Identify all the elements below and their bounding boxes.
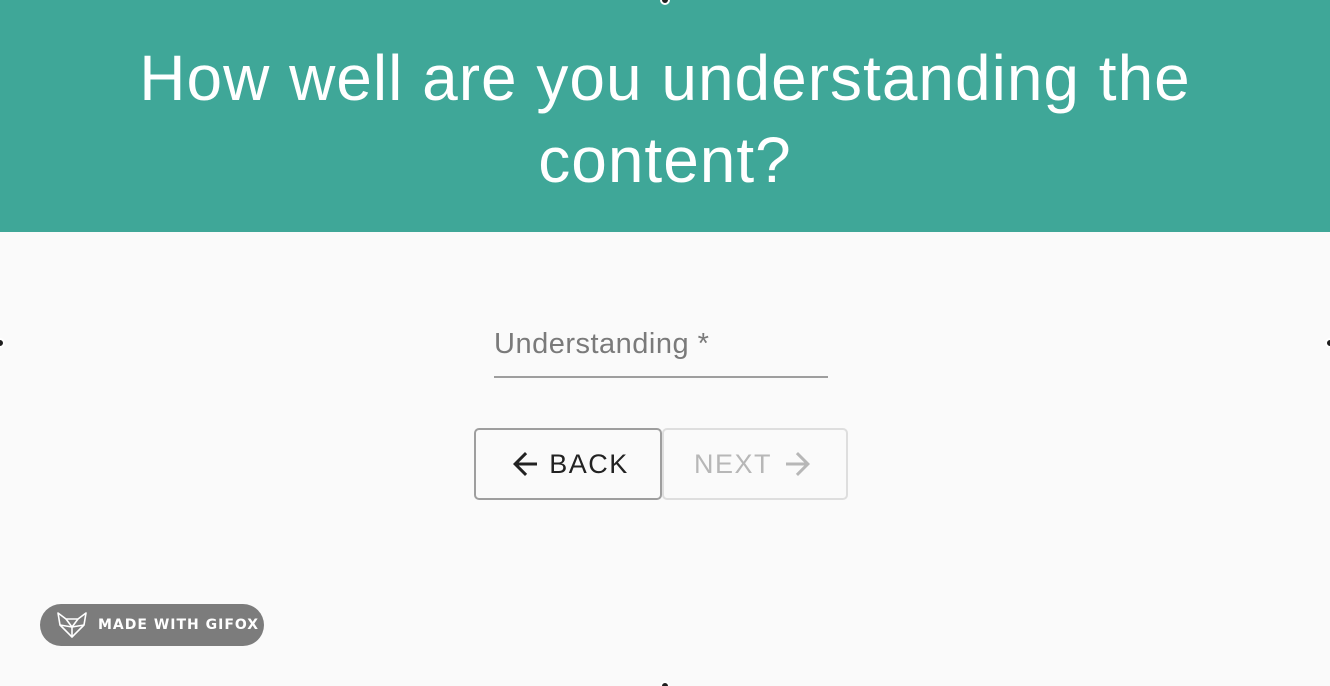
question-header: How well are you understanding the conte…: [0, 0, 1330, 232]
survey-page: How well are you understanding the conte…: [0, 0, 1330, 686]
question-title: How well are you understanding the conte…: [139, 42, 1191, 196]
next-button-label: NEXT: [693, 448, 772, 479]
understanding-input[interactable]: [494, 326, 828, 376]
resize-handle-left[interactable]: [0, 338, 5, 348]
understanding-field[interactable]: Understanding *: [494, 326, 828, 378]
arrow-right-icon: [786, 452, 810, 476]
made-with-gifox-badge: MADE WITH GIFOX: [40, 604, 264, 646]
next-button[interactable]: NEXT: [662, 428, 848, 500]
resize-handle-right[interactable]: [1325, 338, 1330, 348]
back-button[interactable]: BACK: [474, 428, 662, 500]
made-with-gifox-label: MADE WITH GIFOX: [98, 617, 260, 633]
resize-handle-bottom[interactable]: [660, 681, 670, 686]
back-button-label: BACK: [549, 448, 629, 479]
arrow-left-icon: [513, 452, 538, 476]
fox-logo-icon: [57, 612, 87, 638]
